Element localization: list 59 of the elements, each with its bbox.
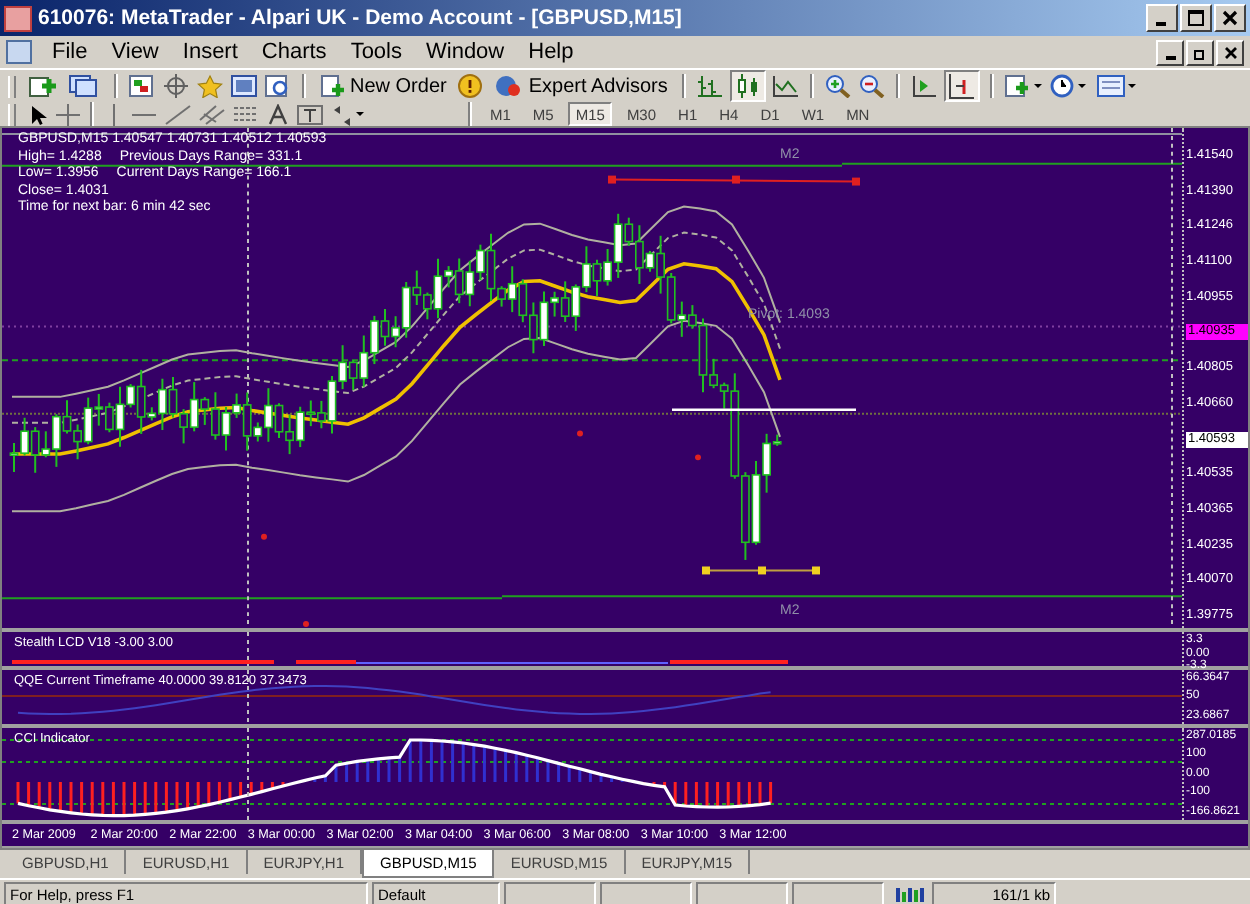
- status-panel: [600, 882, 692, 904]
- signal-dot: [261, 533, 267, 540]
- fibonacci-icon[interactable]: [232, 103, 260, 125]
- line-chart-icon[interactable]: [771, 74, 800, 98]
- arrows-icon[interactable]: [330, 103, 370, 125]
- terminal-icon[interactable]: [230, 74, 258, 98]
- expert-advisors-button[interactable]: Expert Advisors: [490, 74, 672, 98]
- status-panel: [696, 882, 788, 904]
- trendline-icon[interactable]: [164, 103, 192, 125]
- robot-icon: [494, 74, 523, 98]
- connection-icon: [896, 886, 928, 904]
- auto-scroll-icon[interactable]: [909, 74, 938, 98]
- cursor-icon[interactable]: [26, 103, 50, 125]
- star-icon[interactable]: [196, 74, 224, 98]
- indicators-icon[interactable]: [1003, 74, 1044, 98]
- menu-item[interactable]: Charts: [249, 40, 339, 64]
- status-panel: [504, 882, 596, 904]
- support-line[interactable]: [702, 566, 820, 575]
- close-button[interactable]: [1214, 4, 1246, 32]
- document-icon: [6, 40, 32, 64]
- crosshair-icon[interactable]: [162, 74, 190, 98]
- new-order-button[interactable]: New Order: [316, 74, 451, 98]
- menu-item[interactable]: Tools: [338, 40, 414, 64]
- market-watch-icon[interactable]: [128, 74, 156, 98]
- tester-icon[interactable]: [264, 74, 292, 98]
- zoom-in-icon[interactable]: [823, 74, 852, 98]
- menu-item[interactable]: Insert: [170, 40, 250, 64]
- menu-item[interactable]: View: [99, 40, 171, 64]
- bar-chart-icon[interactable]: [695, 74, 724, 98]
- menu-item[interactable]: Window: [414, 40, 517, 64]
- resistance-line[interactable]: [608, 175, 860, 186]
- minimize-button[interactable]: [1146, 4, 1178, 32]
- signal-dot: [577, 430, 583, 437]
- minimize-button[interactable]: [1156, 39, 1184, 65]
- restore-icon: [1193, 45, 1207, 59]
- channel-icon[interactable]: [198, 103, 226, 125]
- close-button[interactable]: [1216, 39, 1244, 65]
- signal-dot: [303, 621, 309, 627]
- status-panel: [792, 882, 884, 904]
- chart-shift-icon[interactable]: [943, 70, 980, 102]
- zoom-out-icon[interactable]: [857, 74, 886, 98]
- candlestick-icon[interactable]: [729, 70, 766, 102]
- close-icon: [1223, 45, 1237, 59]
- clock-icon[interactable]: [1049, 74, 1090, 98]
- templates-icon[interactable]: [1095, 74, 1140, 98]
- text-tool-icon[interactable]: [266, 103, 290, 125]
- close-icon: [1222, 10, 1238, 26]
- warning-icon[interactable]: [456, 74, 485, 98]
- plus-document-icon: [320, 74, 344, 98]
- maximize-icon: [1188, 10, 1204, 26]
- maximize-button[interactable]: [1180, 4, 1212, 32]
- window-title: 610076: MetaTrader - Alpari UK - Demo Account - [GBPUSD,M15]: [38, 6, 682, 30]
- text-label-icon[interactable]: [296, 103, 324, 125]
- menu-item[interactable]: File: [40, 40, 100, 64]
- restore-button[interactable]: [1186, 39, 1214, 65]
- new-chart-icon[interactable]: [26, 74, 62, 98]
- signal-dot: [695, 454, 701, 461]
- app-icon: [4, 5, 32, 31]
- menu-item[interactable]: Help: [516, 40, 586, 64]
